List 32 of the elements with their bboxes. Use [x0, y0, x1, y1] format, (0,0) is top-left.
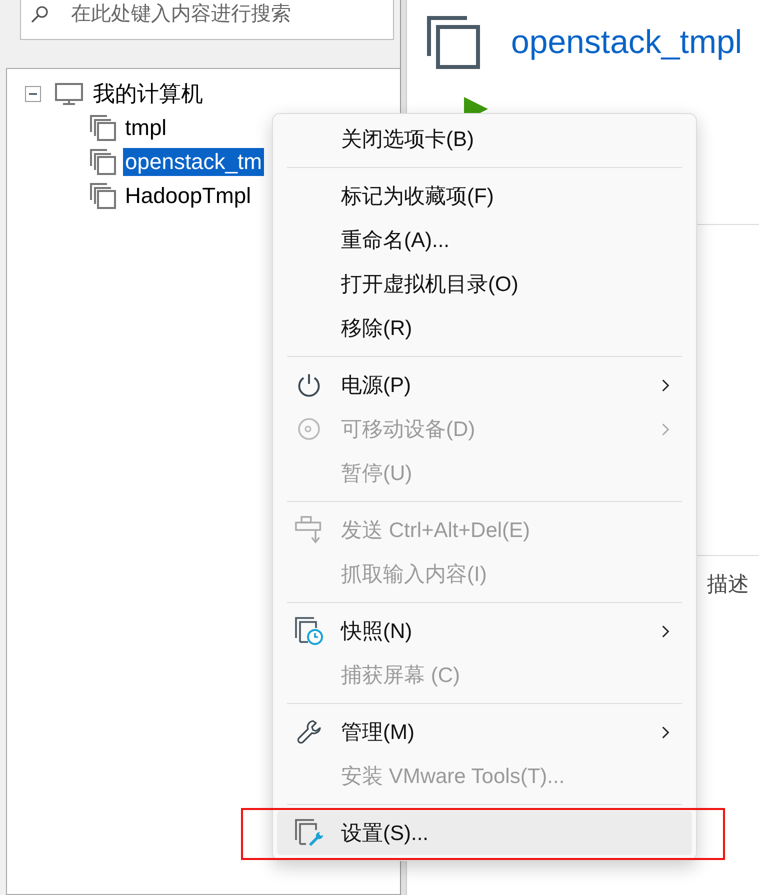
vm-icon: [89, 114, 117, 142]
tree-item[interactable]: tmpl: [123, 114, 169, 142]
chevron-right-icon: [661, 624, 670, 638]
wrench-icon: [296, 719, 322, 745]
tree-item[interactable]: 我的计算机: [91, 78, 205, 110]
vm-title: openstack_tmpl: [511, 23, 742, 61]
menu-item[interactable]: 电源(P): [277, 363, 692, 407]
menu-item[interactable]: 打开虚拟机目录(O): [277, 262, 692, 306]
collapse-icon[interactable]: [25, 86, 41, 102]
menu-item[interactable]: 管理(M): [277, 710, 692, 754]
vm-icon: [89, 182, 117, 210]
disc-icon: [297, 417, 321, 441]
menu-item[interactable]: 标记为收藏项(F): [277, 174, 692, 218]
monitor-icon: [55, 83, 83, 105]
search-field[interactable]: 在此处键入内容进行搜索: [20, 0, 394, 40]
menu-item[interactable]: 移除(R): [277, 306, 692, 350]
menu-item[interactable]: 快照(N): [277, 609, 692, 653]
menu-item[interactable]: 重命名(A)...: [277, 218, 692, 262]
power-icon: [296, 372, 322, 398]
vm-icon: [425, 14, 481, 70]
tree-item[interactable]: HadoopTmpl: [123, 182, 253, 210]
send-keys-icon: [295, 516, 323, 544]
menu-item[interactable]: 关闭选项卡(B): [277, 117, 692, 161]
vm-icon: [89, 148, 117, 176]
menu-item[interactable]: 设置(S)...: [277, 811, 692, 855]
chevron-right-icon: [661, 378, 670, 392]
chevron-right-icon: [661, 724, 670, 740]
settings-icon: [294, 818, 324, 848]
description-text: 描述: [707, 572, 749, 598]
snapshot-icon: [294, 616, 324, 646]
chevron-right-icon: [661, 422, 670, 436]
tree-item[interactable]: openstack_tm: [123, 148, 264, 176]
